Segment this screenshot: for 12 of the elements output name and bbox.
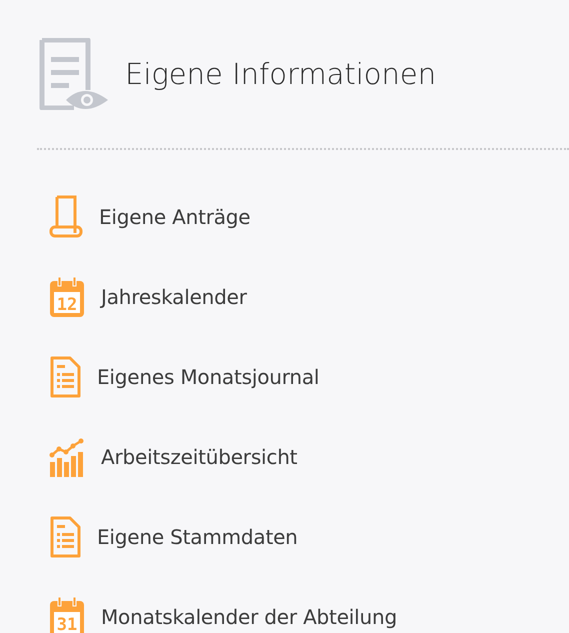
bar-chart-icon	[49, 436, 85, 478]
scroll-icon	[49, 195, 83, 239]
document-icon	[49, 516, 81, 558]
menu-link[interactable]: Arbeitszeitübersicht	[101, 445, 298, 469]
menu-link[interactable]: Eigene Stammdaten	[97, 525, 298, 549]
document-eye-icon	[37, 38, 109, 110]
menu-link[interactable]: Monatskalender der Abteilung	[101, 605, 397, 629]
document-icon	[49, 356, 81, 398]
section-title: Eigene Informationen	[125, 57, 436, 91]
menu-link[interactable]: Eigene Anträge	[99, 205, 250, 229]
menu-link[interactable]: Eigenes Monatsjournal	[97, 365, 320, 389]
menu-link[interactable]: Jahreskalender	[101, 285, 247, 309]
